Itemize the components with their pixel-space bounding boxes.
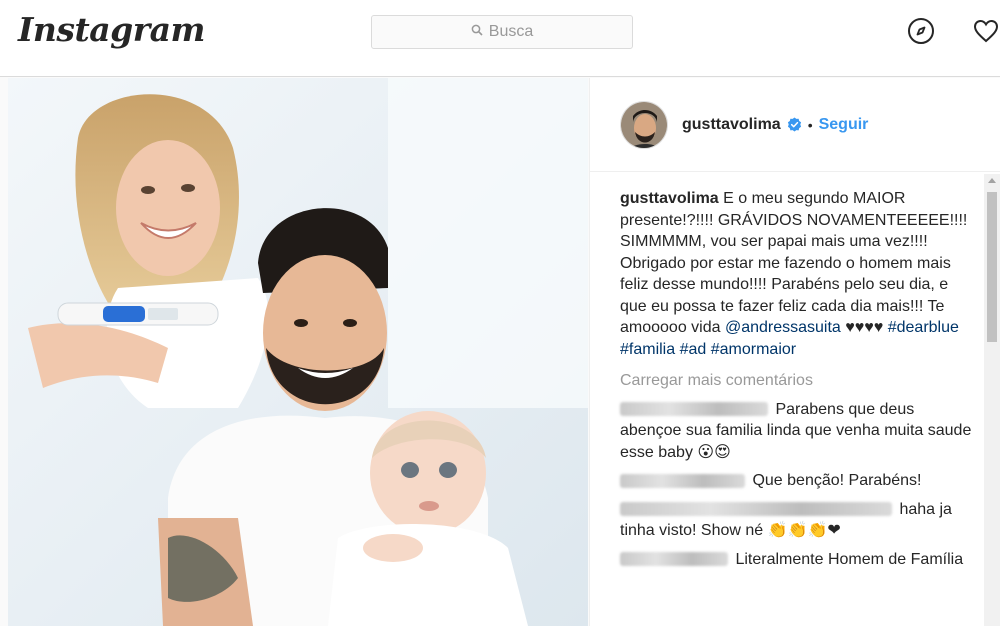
caption: gusttavolima E o meu segundo MAIOR prese… xyxy=(620,188,975,360)
search-placeholder: Busca xyxy=(488,23,534,40)
search-icon xyxy=(471,23,483,41)
blurred-username[interactable] xyxy=(620,473,745,488)
separator-dot: • xyxy=(807,116,813,133)
comments-list: gusttavolima E o meu segundo MAIOR prese… xyxy=(620,188,975,570)
comment-item: Que benção! Parabéns! xyxy=(620,470,975,492)
author-username[interactable]: gusttavolima xyxy=(682,116,781,134)
post-container: gusttavolima • Seguir gusttavolima E o m… xyxy=(0,78,1000,626)
hashtag-amormaior[interactable]: #amormaior xyxy=(711,341,796,358)
blurred-username[interactable] xyxy=(620,402,768,417)
avatar[interactable] xyxy=(620,100,668,149)
top-navigation-bar: Instagram Busca xyxy=(0,0,1000,77)
search-input[interactable]: Busca xyxy=(371,15,633,49)
comment-item: haha ja tinha visto! Show né 👏👏👏❤ xyxy=(620,499,975,542)
post-header: gusttavolima • Seguir xyxy=(590,78,1000,172)
hashtag-familia[interactable]: #familia xyxy=(620,341,675,358)
comment-text: Que benção! Parabéns! xyxy=(752,472,922,489)
blurred-username[interactable] xyxy=(620,502,892,517)
caption-hearts: ♥♥♥♥ xyxy=(845,319,884,336)
post-photo[interactable] xyxy=(8,78,588,626)
follow-button[interactable]: Seguir xyxy=(819,116,869,134)
hashtag-ad[interactable]: #ad xyxy=(680,341,707,358)
comment-item: Parabens que deus abençoe sua familia li… xyxy=(620,399,975,464)
blurred-username[interactable] xyxy=(620,552,728,567)
heart-icon[interactable] xyxy=(972,17,1000,45)
post-sidebar: gusttavolima • Seguir gusttavolima E o m… xyxy=(589,78,1000,626)
caption-mention[interactable]: @andressasuita xyxy=(725,319,841,336)
verified-badge-icon xyxy=(787,117,801,132)
instagram-logo[interactable]: Instagram xyxy=(18,10,205,49)
caption-username[interactable]: gusttavolima xyxy=(620,190,719,207)
hashtag-dearblue[interactable]: #dearblue xyxy=(888,319,959,336)
comments-scrollbar[interactable] xyxy=(984,174,1000,626)
caption-text: E o meu segundo MAIOR presente!?!!!! GRÁ… xyxy=(620,190,968,336)
scroll-up-arrow-icon[interactable] xyxy=(988,178,996,183)
comment-item: Literalmente Homem de Família xyxy=(620,549,975,571)
comment-text: Literalmente Homem de Família xyxy=(735,550,964,568)
load-more-comments-button[interactable]: Carregar mais comentários xyxy=(620,370,975,392)
compass-icon[interactable] xyxy=(907,17,935,45)
scrollbar-thumb[interactable] xyxy=(987,192,997,342)
